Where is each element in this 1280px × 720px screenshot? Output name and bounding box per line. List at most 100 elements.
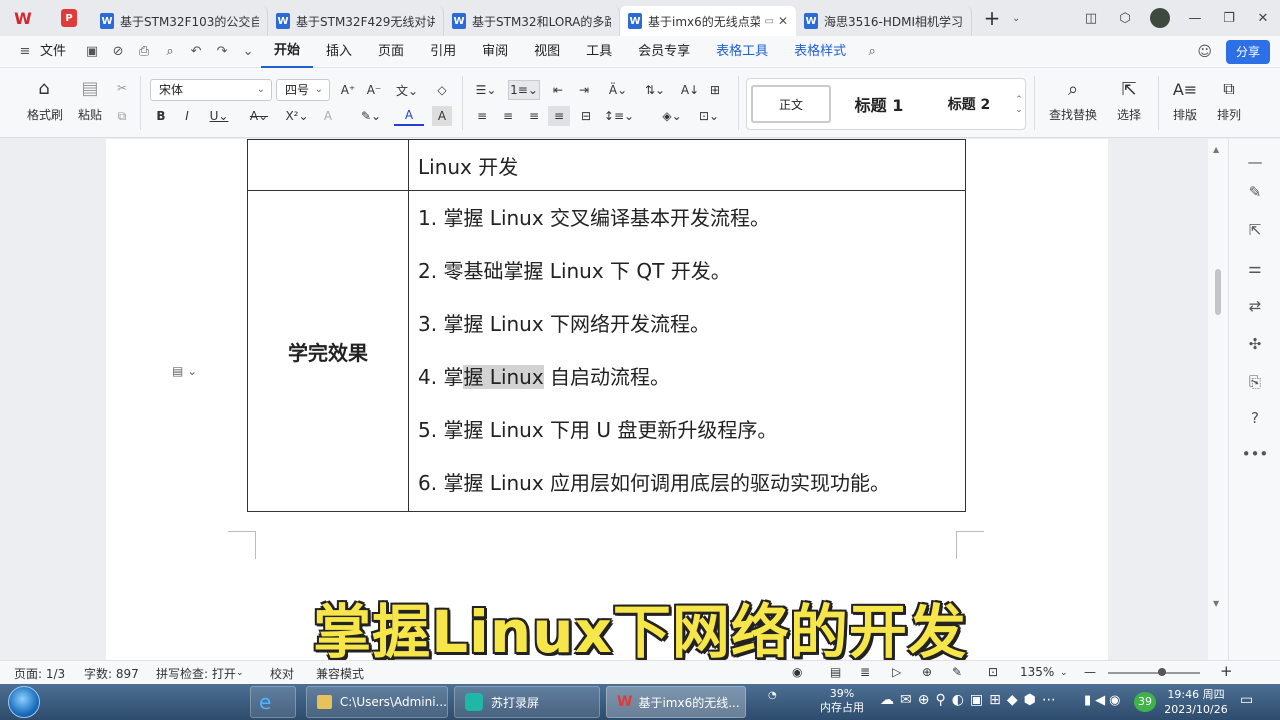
align-right-icon[interactable]: ≡ xyxy=(524,106,544,126)
start-button[interactable] xyxy=(8,686,40,718)
sort-icon[interactable]: ⇅⌄ xyxy=(642,80,668,100)
grow-font-icon[interactable]: A⁺ xyxy=(338,80,358,100)
font-color-icon[interactable]: A xyxy=(394,106,424,126)
font-name-select[interactable]: 宋体 ⌄ xyxy=(150,79,272,101)
window-layout-icon[interactable]: ◫ xyxy=(1074,11,1108,26)
fit-page-icon[interactable]: ⊡ xyxy=(988,665,998,679)
tab-review[interactable]: 审阅 xyxy=(469,36,521,68)
select-button[interactable]: 选择 xyxy=(1108,106,1150,122)
sort-az-icon[interactable]: A↓ xyxy=(680,80,700,100)
close-window-icon[interactable]: ✕ xyxy=(1246,11,1280,26)
word-count[interactable]: 字数: 897 xyxy=(84,665,139,682)
file-menu[interactable]: 文件 xyxy=(38,36,79,68)
save-icon[interactable]: ▣ xyxy=(79,44,105,59)
zoom-in-icon[interactable]: + xyxy=(1220,662,1233,680)
show-marks-icon[interactable]: ⊞ xyxy=(704,80,726,100)
clock[interactable]: 19:46 周四 2023/10/26 xyxy=(1164,687,1228,720)
align-center-icon[interactable]: ≡ xyxy=(498,106,518,126)
superscript-button[interactable]: X²⌄ xyxy=(282,106,312,126)
clear-format-icon[interactable]: ◇ xyxy=(432,80,452,100)
notification-badge[interactable]: 39 xyxy=(1134,692,1156,712)
table-cell-label[interactable]: 学完效果 xyxy=(247,190,409,512)
tab-member[interactable]: 会员专享 xyxy=(625,36,703,68)
sliders-icon[interactable]: ⚌ xyxy=(1229,259,1280,277)
link-icon[interactable]: ⊘ xyxy=(105,44,131,59)
style-heading1[interactable]: 标题 1 xyxy=(837,85,921,123)
hamburger-icon[interactable]: ≡ xyxy=(12,44,38,59)
tab-table-tools[interactable]: 表格工具 xyxy=(703,36,781,68)
web-view-icon[interactable]: ⊕ xyxy=(922,665,932,679)
phonetic-icon[interactable]: 文⌄ xyxy=(392,80,422,100)
book-icon[interactable]: ⎘ xyxy=(1229,373,1280,391)
zoom-level[interactable]: 135% xyxy=(1020,665,1054,679)
table-cell[interactable]: Linux 开发 xyxy=(408,139,966,191)
ie-icon[interactable]: e xyxy=(250,686,296,718)
search-icon[interactable]: ⌕ xyxy=(859,44,885,59)
objectives-cell[interactable]: 1. 掌握 Linux 交叉编译基本开发流程。 2. 零基础掌握 Linux 下… xyxy=(408,190,966,512)
shrink-font-icon[interactable]: A⁻ xyxy=(364,80,384,100)
course-table[interactable]: Linux 开发 学完效果 1. 掌握 Linux 交叉编译基本开发流程。 2.… xyxy=(247,139,966,512)
tools-icon[interactable]: ✣ xyxy=(1229,335,1280,353)
doc-tab[interactable]: W基于STM32F103的公交自动报站 xyxy=(92,6,268,36)
styles-more-icon[interactable]: ⌃ ⌄ xyxy=(1013,85,1025,125)
increase-indent-icon[interactable]: ⇥ xyxy=(574,80,594,100)
cursor-icon[interactable]: ⇱ xyxy=(1229,221,1280,239)
print-icon[interactable]: ⎙ xyxy=(131,44,157,59)
restore-icon[interactable]: ❐ xyxy=(1212,11,1246,26)
avatar[interactable] xyxy=(1150,8,1170,28)
page-count[interactable]: 页面: 1/3 xyxy=(14,665,65,682)
taskbar-recorder[interactable]: 苏打录屏 xyxy=(454,686,600,718)
scroll-down-icon[interactable]: ▼ xyxy=(1213,599,1219,608)
tab-insert[interactable]: 插入 xyxy=(313,36,365,68)
document-page[interactable]: Linux 开发 学完效果 1. 掌握 Linux 交叉编译基本开发流程。 2.… xyxy=(106,139,1108,660)
minimize-icon[interactable]: — xyxy=(1178,11,1212,26)
align-left-icon[interactable]: ≡ xyxy=(472,106,492,126)
pen-icon[interactable]: ✎ xyxy=(1229,183,1280,201)
borders-icon[interactable]: ⊡⌄ xyxy=(694,106,724,126)
style-heading2[interactable]: 标题 2 xyxy=(927,85,1011,123)
pdf-tab[interactable]: P xyxy=(46,0,92,36)
layout-icon[interactable]: A≡ xyxy=(1170,76,1200,102)
share-button[interactable]: 分享 xyxy=(1225,40,1270,64)
find-replace-icon[interactable]: ⌕ xyxy=(1058,76,1088,102)
network-volume-icons[interactable]: ▮◀◉ xyxy=(1084,693,1125,720)
doc-tab[interactable]: W 基于STM32和LORA的多路 xyxy=(444,6,620,36)
zoom-slider[interactable] xyxy=(1108,672,1200,674)
text-direction-icon[interactable]: Ä⌄ xyxy=(604,80,632,100)
layout-button[interactable]: 排版 xyxy=(1164,106,1206,122)
style-normal[interactable]: 正文 xyxy=(751,85,831,123)
italic-button[interactable]: I xyxy=(178,106,196,126)
more-icon[interactable]: ••• xyxy=(1229,445,1280,463)
eye-icon[interactable]: ◉ xyxy=(792,665,802,679)
convert-icon[interactable]: ⇄ xyxy=(1229,297,1280,315)
more-chevron-icon[interactable]: ⌄ xyxy=(235,44,261,59)
tab-tools[interactable]: 工具 xyxy=(573,36,625,68)
taskbar-explorer[interactable]: C:\Users\Admini... xyxy=(306,686,448,718)
memory-usage[interactable]: 39% 内存占用 xyxy=(812,687,872,720)
doc-tab-active[interactable]: W 基于imx6的无线点菜 ▭ ✕ xyxy=(620,6,796,36)
bold-button[interactable]: B xyxy=(152,106,170,126)
vertical-scrollbar[interactable]: ▲ ▼ xyxy=(1208,139,1228,660)
spell-check[interactable]: 拼写检查: 打开 xyxy=(156,665,236,682)
taskbar-wps[interactable]: W 基于imx6的无线... xyxy=(606,686,746,718)
cube-icon[interactable]: ⬡ xyxy=(1108,11,1142,26)
arrange-icon[interactable]: ⧉ xyxy=(1214,76,1244,102)
find-replace-button[interactable]: 查找替换 xyxy=(1042,106,1104,122)
distribute-icon[interactable]: ⊟ xyxy=(576,106,596,126)
underline-button[interactable]: U⌄ xyxy=(204,106,234,126)
play-icon[interactable]: ▷ xyxy=(892,665,901,679)
doc-tab[interactable]: W 海思3516-HDMI相机学习 xyxy=(796,6,972,36)
select-cursor-icon[interactable]: ⇱ xyxy=(1114,76,1144,102)
pen-mode-icon[interactable]: ✎ xyxy=(952,665,962,679)
outline-view-icon[interactable]: ≣ xyxy=(860,665,870,679)
page-view-icon[interactable]: ▤ xyxy=(830,665,841,679)
highlight-color-icon[interactable]: ✎⌄ xyxy=(356,106,386,126)
tab-table-style[interactable]: 表格样式 xyxy=(781,36,859,68)
help-icon[interactable]: ? xyxy=(1229,409,1280,427)
new-tab-icon[interactable]: + xyxy=(972,6,1012,30)
tab-home[interactable]: 开始 xyxy=(261,36,314,68)
shading-icon[interactable]: ◈⌄ xyxy=(658,106,686,126)
cut-icon[interactable]: ✂ xyxy=(110,78,134,98)
tab-view[interactable]: 视图 xyxy=(521,36,573,68)
monitor-icon[interactable]: ▭ xyxy=(764,16,773,27)
